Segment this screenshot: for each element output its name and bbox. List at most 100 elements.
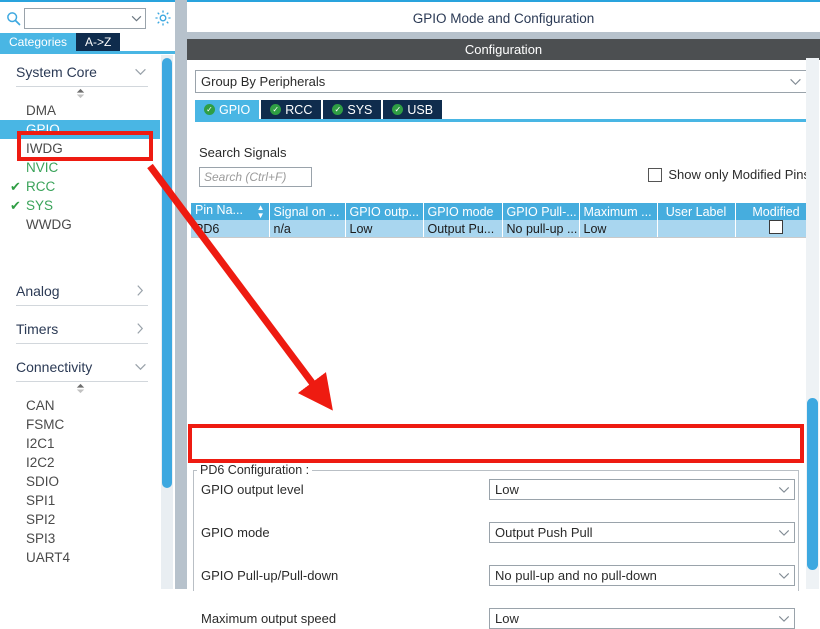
tree-item-spi3[interactable]: SPI3 [0, 529, 160, 548]
row-gpio-pull-up-pull-down: GPIO Pull-up/Pull-down No pull-up and no… [201, 565, 795, 586]
checkbox-icon[interactable] [648, 167, 663, 182]
group-header-system-core[interactable]: System Core [16, 57, 148, 87]
check-circle-icon: ✓ [392, 104, 404, 115]
tab-gpio[interactable]: ✓ GPIO [195, 100, 260, 119]
tree-item-label: WWDG [26, 217, 72, 232]
chevron-down-icon[interactable] [774, 523, 794, 542]
label-gpio-mode: GPIO mode [201, 525, 270, 540]
cell-user-label [657, 220, 736, 238]
tree-item-i2c1[interactable]: I2C1 [0, 434, 160, 453]
tab-label: USB [407, 102, 434, 117]
column-header-maximum[interactable]: Maximum ... [579, 203, 658, 220]
tree-item-label: DMA [26, 103, 56, 118]
search-signals-input[interactable]: Search (Ctrl+F) [199, 167, 312, 187]
sidebar-search-row [0, 4, 175, 32]
tree-item-spi1[interactable]: SPI1 [0, 491, 160, 510]
peripheral-tree: System Core DMA GPIO IWDG NVIC ✔ RCC ✔ SYS… [0, 57, 160, 589]
tree-item-nvic[interactable]: NVIC [0, 158, 160, 177]
tab-usb[interactable]: ✓ USB [383, 100, 443, 119]
scroll-spinner-up[interactable] [0, 87, 160, 101]
column-header-gpio-mode[interactable]: GPIO mode [423, 203, 503, 220]
search-signals-label: Search Signals [199, 145, 287, 160]
tree-item-label: IWDG [26, 141, 63, 156]
sort-arrows-icon[interactable]: ▲ ▼ [257, 204, 265, 220]
tree-item-spi2[interactable]: SPI2 [0, 510, 160, 529]
tree-item-label: FSMC [26, 417, 65, 432]
dropdown-gpio-pull-up-pull-down[interactable]: No pull-up and no pull-down [489, 565, 795, 586]
checkmark-icon: ✔ [10, 198, 21, 213]
tab-label: SYS [347, 102, 373, 117]
tree-item-dma[interactable]: DMA [0, 101, 160, 120]
tab-a-to-z[interactable]: A->Z [76, 33, 121, 51]
group-label: System Core [16, 63, 97, 80]
value-gpio-output-level: Low [495, 482, 519, 497]
tree-item-can[interactable]: CAN [0, 396, 160, 415]
checkbox-icon[interactable] [769, 220, 783, 234]
dropdown-maximum-output-speed[interactable]: Low [489, 608, 795, 629]
column-header-user-label[interactable]: User Label [657, 203, 736, 220]
group-by-dropdown[interactable]: Group By Peripherals [195, 70, 807, 93]
dropdown-gpio-output-level[interactable]: Low [489, 479, 795, 500]
tree-item-rcc[interactable]: ✔ RCC [0, 177, 160, 196]
group-label: Connectivity [16, 358, 93, 375]
tree-item-uart4[interactable]: UART4 [0, 548, 160, 567]
cell-modified[interactable] [735, 220, 818, 238]
tree-item-sys[interactable]: ✔ SYS [0, 196, 160, 215]
column-header-gpio-pull[interactable]: GPIO Pull-... [502, 203, 580, 220]
table-row[interactable]: PD6 n/a Low Output Pu... No pull-up ... … [191, 220, 818, 238]
configuration-scrollbar-thumb[interactable] [807, 398, 818, 570]
chevron-right-icon[interactable] [132, 321, 148, 337]
chevron-down-icon[interactable] [132, 359, 148, 375]
search-placeholder: Search (Ctrl+F) [204, 170, 287, 184]
cell-maximum: Low [579, 220, 658, 238]
cell-gpio-mode: Output Pu... [423, 220, 503, 238]
pins-table: Pin Na... ▲ ▼ Signal on ... GPIO outp... G… [191, 203, 818, 238]
value-gpio-mode: Output Push Pull [495, 525, 593, 540]
column-header-gpio-output[interactable]: GPIO outp... [345, 203, 424, 220]
scroll-spinner-up-connectivity[interactable] [0, 382, 160, 396]
chevron-down-icon[interactable] [774, 480, 794, 499]
chevron-down-icon[interactable] [774, 609, 794, 628]
tree-item-label: I2C2 [26, 455, 55, 470]
column-header-pin-name[interactable]: Pin Na... ▲ ▼ [191, 203, 270, 220]
configuration-body: Group By Peripherals ✓ GPIO ✓ RCC ✓ SYS … [187, 60, 820, 629]
group-header-connectivity[interactable]: Connectivity [16, 352, 148, 382]
column-header-signal-on[interactable]: Signal on ... [269, 203, 346, 220]
tree-item-label: UART4 [26, 550, 71, 565]
row-gpio-mode: GPIO mode Output Push Pull [201, 522, 795, 543]
tree-item-i2c2[interactable]: I2C2 [0, 453, 160, 472]
chevron-down-icon[interactable] [127, 9, 145, 28]
row-maximum-output-speed: Maximum output speed Low [201, 608, 795, 629]
check-circle-icon: ✓ [204, 104, 215, 115]
search-icon[interactable] [2, 4, 24, 32]
cell-gpio-output: Low [345, 220, 424, 238]
cell-pin-name: PD6 [191, 220, 270, 238]
tree-item-wwdg[interactable]: WWDG [0, 215, 160, 234]
tree-item-fsmc[interactable]: FSMC [0, 415, 160, 434]
cell-signal-on: n/a [269, 220, 346, 238]
tree-item-gpio[interactable]: GPIO [0, 120, 160, 139]
tree-item-iwdg[interactable]: IWDG [0, 139, 160, 158]
tree-item-label: SPI3 [26, 531, 56, 546]
dropdown-gpio-mode[interactable]: Output Push Pull [489, 522, 795, 543]
tab-rcc[interactable]: ✓ RCC [261, 100, 322, 119]
group-header-timers[interactable]: Timers [16, 314, 148, 344]
cell-gpio-pull: No pull-up ... [502, 220, 580, 238]
sidebar-search-combo[interactable] [24, 7, 146, 29]
gear-icon[interactable] [153, 8, 173, 28]
tree-item-sdio[interactable]: SDIO [0, 472, 160, 491]
checkbox-label: Show only Modified Pins [668, 167, 810, 182]
column-header-modified[interactable]: Modified [735, 203, 818, 220]
chevron-down-icon[interactable] [784, 71, 806, 92]
chevron-right-icon[interactable] [132, 283, 148, 299]
group-header-analog[interactable]: Analog [16, 276, 148, 306]
tab-categories[interactable]: Categories [0, 33, 77, 51]
show-only-modified-pins-checkbox[interactable]: Show only Modified Pins [648, 167, 810, 182]
panel-divider [175, 0, 187, 589]
check-circle-icon: ✓ [270, 104, 282, 115]
tab-sys[interactable]: ✓ SYS [323, 100, 382, 119]
value-maximum-output-speed: Low [495, 611, 519, 626]
chevron-down-icon[interactable] [132, 64, 148, 80]
chevron-down-icon[interactable] [774, 566, 794, 585]
sidebar-scrollbar-thumb[interactable] [162, 58, 172, 488]
